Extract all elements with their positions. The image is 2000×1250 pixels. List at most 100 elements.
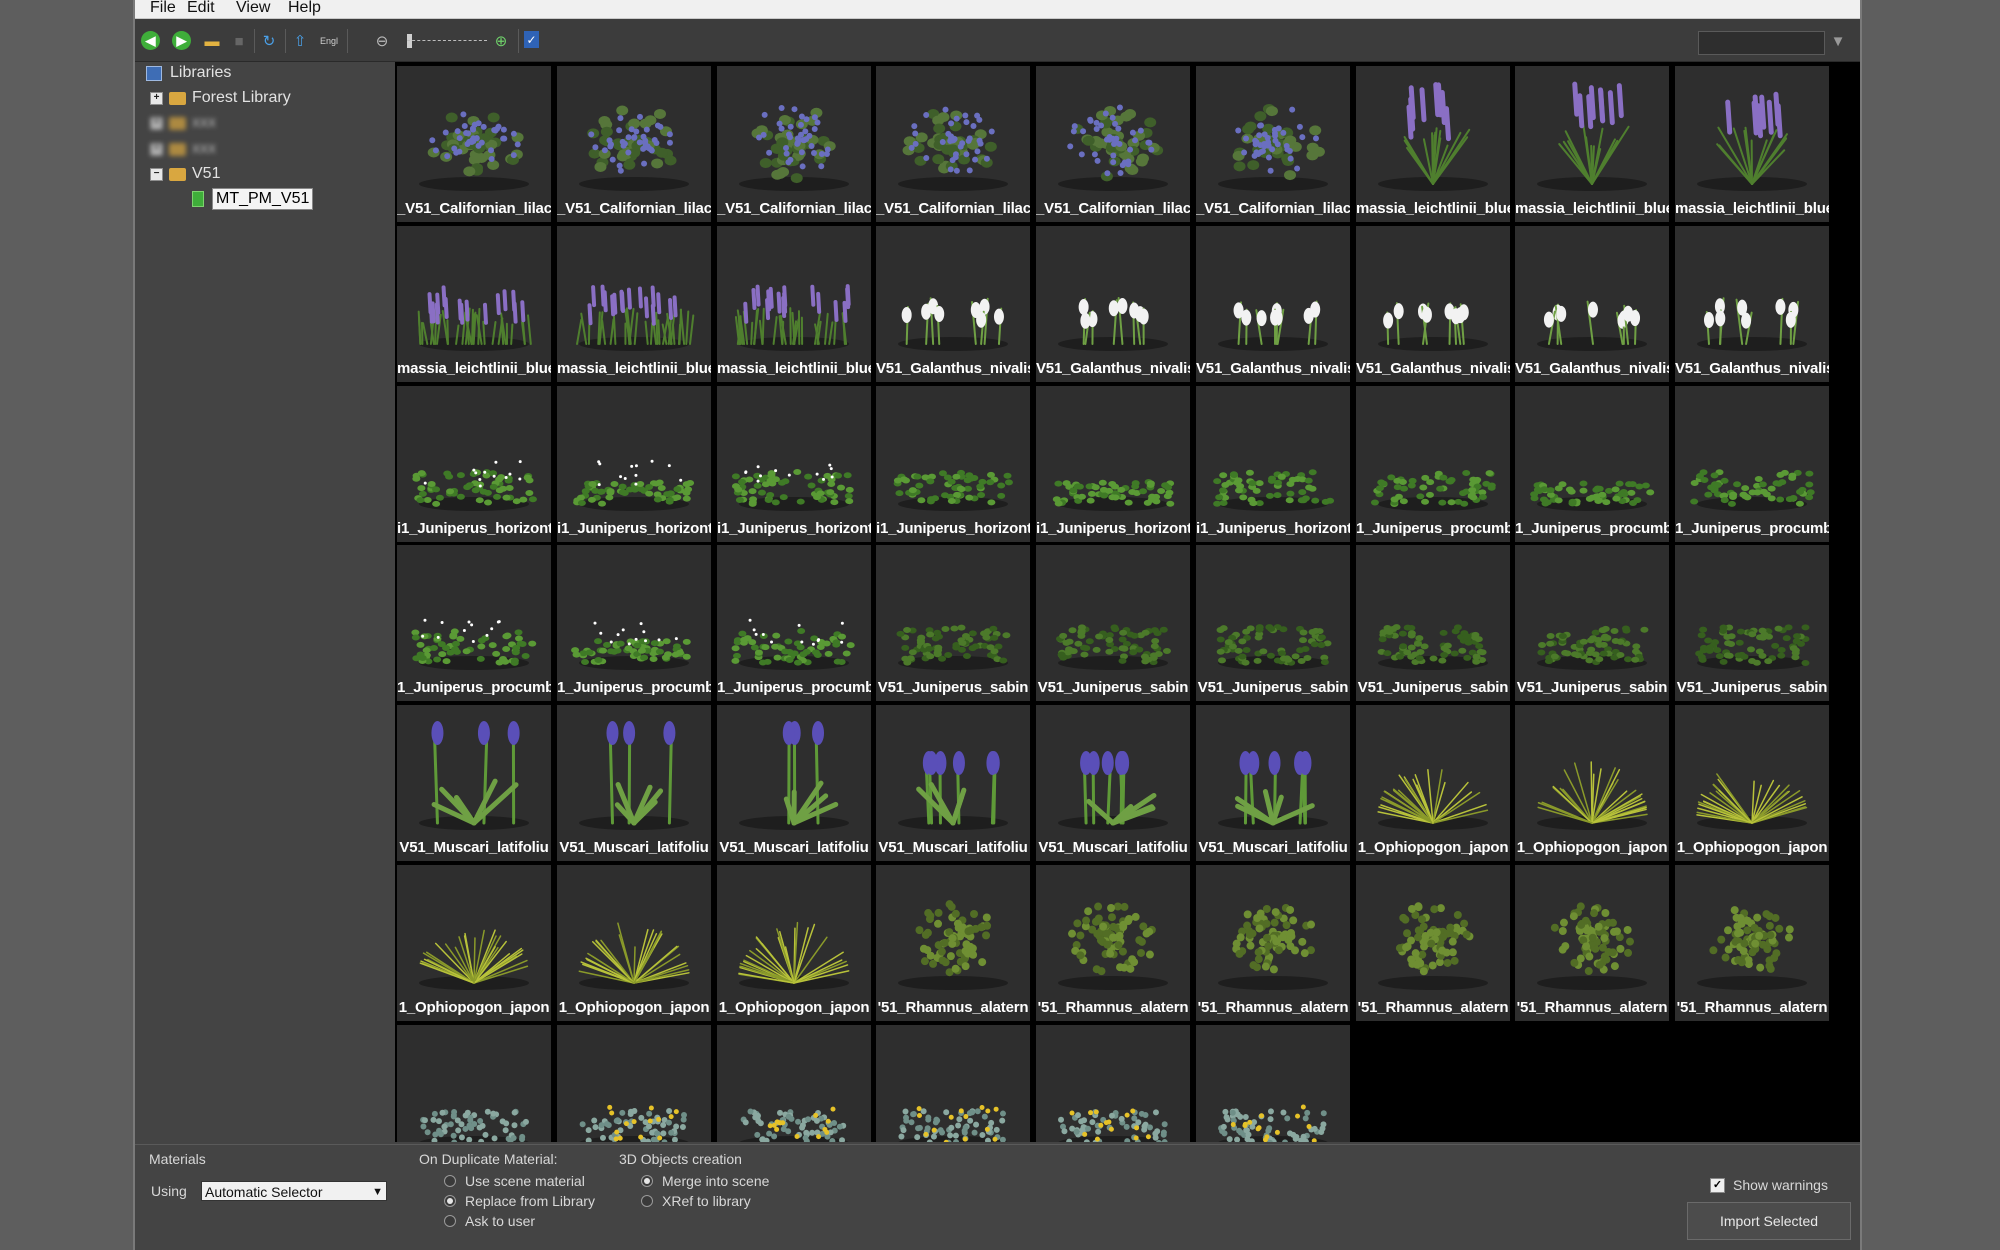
asset-thumbnail[interactable]: V51_Galanthus_nivalis bbox=[1036, 226, 1190, 382]
menu-file[interactable]: File bbox=[150, 0, 176, 17]
plant-preview-image bbox=[1378, 302, 1488, 351]
tree-root[interactable]: Libraries bbox=[146, 62, 231, 84]
asset-thumbnail[interactable]: 1_Ophiopogon_japon bbox=[397, 865, 551, 1021]
collapse-icon[interactable]: − bbox=[150, 167, 163, 181]
radio-replace-from-library[interactable]: Replace from Library bbox=[444, 1193, 595, 1209]
tree-hidden-item[interactable]: + ххх bbox=[150, 138, 216, 160]
radio-merge-into-scene[interactable]: Merge into scene bbox=[641, 1173, 769, 1189]
asset-thumbnail[interactable]: V51_Muscari_latifoliu bbox=[397, 705, 551, 861]
asset-thumbnail[interactable]: V51_Muscari_latifoliu bbox=[717, 705, 871, 861]
asset-thumbnail[interactable]: V51_Galanthus_nivalis bbox=[1356, 226, 1510, 382]
asset-thumbnail[interactable]: 1_Ophiopogon_japon bbox=[557, 865, 711, 1021]
asset-thumbnail[interactable] bbox=[717, 1025, 871, 1142]
asset-label: massia_leichtlinii_blue bbox=[1356, 200, 1510, 217]
asset-thumbnail[interactable]: _V51_Californian_lilac bbox=[1036, 66, 1190, 222]
open-folder-icon[interactable]: ▬ bbox=[202, 31, 222, 51]
asset-thumbnail[interactable]: 1_Ophiopogon_japon bbox=[1675, 705, 1829, 861]
asset-thumbnail[interactable] bbox=[876, 1025, 1030, 1142]
asset-thumbnail[interactable] bbox=[1196, 1025, 1350, 1142]
zoom-out-icon[interactable]: ⊖ bbox=[372, 31, 392, 51]
asset-thumbnail[interactable]: V51_Muscari_latifoliu bbox=[1036, 705, 1190, 861]
asset-thumbnail[interactable]: V51_Galanthus_nivalis bbox=[1675, 226, 1829, 382]
asset-thumbnail[interactable]: massia_leichtlinii_blue bbox=[397, 226, 551, 382]
thumbnail-size-slider[interactable] bbox=[407, 40, 487, 45]
asset-thumbnail[interactable]: V51_Juniperus_sabin bbox=[1515, 545, 1669, 701]
asset-thumbnail[interactable]: massia_leichtlinii_blue bbox=[717, 226, 871, 382]
forward-arrow-icon[interactable]: ▶ bbox=[172, 31, 191, 50]
menu-view[interactable]: View bbox=[236, 0, 270, 17]
asset-thumbnail[interactable]: V51_Muscari_latifoliu bbox=[1196, 705, 1350, 861]
menu-edit[interactable]: Edit bbox=[187, 0, 215, 17]
sort-up-icon[interactable]: ⇧ bbox=[290, 31, 310, 51]
asset-thumbnail[interactable]: '51_Rhamnus_alatern bbox=[1036, 865, 1190, 1021]
expand-icon[interactable]: + bbox=[150, 116, 163, 130]
asset-thumbnail[interactable]: 1_Juniperus_procumb bbox=[1356, 386, 1510, 542]
asset-thumbnail[interactable]: _V51_Californian_lilac bbox=[717, 66, 871, 222]
asset-thumbnail[interactable]: '51_Rhamnus_alatern bbox=[1515, 865, 1669, 1021]
asset-thumbnail[interactable]: 1_Juniperus_procumb bbox=[557, 545, 711, 701]
show-warnings-checkbox[interactable]: ✓ Show warnings bbox=[1710, 1177, 1828, 1193]
asset-thumbnail[interactable]: '51_Rhamnus_alatern bbox=[876, 865, 1030, 1021]
asset-thumbnail[interactable]: 1_Ophiopogon_japon bbox=[1356, 705, 1510, 861]
tree-v51[interactable]: − V51 bbox=[150, 163, 220, 185]
plant-preview-image bbox=[1537, 902, 1647, 990]
asset-thumbnail[interactable]: _V51_Californian_lilac bbox=[557, 66, 711, 222]
asset-thumbnail[interactable] bbox=[397, 1025, 551, 1142]
expand-icon[interactable]: + bbox=[150, 91, 163, 105]
asset-thumbnail[interactable]: '51_Rhamnus_alatern bbox=[1356, 865, 1510, 1021]
back-arrow-icon[interactable]: ◀ bbox=[141, 31, 160, 50]
asset-thumbnail[interactable]: 1_Juniperus_procumb bbox=[397, 545, 551, 701]
radio-ask-to-user[interactable]: Ask to user bbox=[444, 1213, 535, 1229]
asset-thumbnail[interactable]: i1_Juniperus_horizont bbox=[1196, 386, 1350, 542]
search-input[interactable] bbox=[1698, 31, 1825, 55]
expand-icon[interactable]: + bbox=[150, 142, 163, 156]
asset-thumbnail[interactable]: i1_Juniperus_horizont bbox=[876, 386, 1030, 542]
asset-thumbnail[interactable]: V51_Galanthus_nivalis bbox=[1515, 226, 1669, 382]
asset-thumbnail[interactable]: 1_Juniperus_procumb bbox=[717, 545, 871, 701]
asset-thumbnail[interactable]: i1_Juniperus_horizont bbox=[1036, 386, 1190, 542]
tree-selected-item[interactable]: MT_PM_V51 bbox=[192, 188, 314, 210]
asset-label: V51_Muscari_latifoliu bbox=[1038, 839, 1188, 856]
asset-thumbnail[interactable]: V51_Juniperus_sabin bbox=[1675, 545, 1829, 701]
asset-thumbnail[interactable]: 1_Juniperus_procumb bbox=[1515, 386, 1669, 542]
asset-thumbnail[interactable]: V51_Galanthus_nivalis bbox=[876, 226, 1030, 382]
asset-thumbnail[interactable]: _V51_Californian_lilac bbox=[397, 66, 551, 222]
asset-thumbnail[interactable]: '51_Rhamnus_alatern bbox=[1675, 865, 1829, 1021]
asset-thumbnail[interactable]: massia_leichtlinii_blue bbox=[1675, 66, 1829, 222]
asset-thumbnail[interactable]: _V51_Californian_lilac bbox=[1196, 66, 1350, 222]
zoom-in-icon[interactable]: ⊕ bbox=[491, 31, 511, 51]
asset-thumbnail[interactable]: i1_Juniperus_horizont bbox=[557, 386, 711, 542]
asset-thumbnail[interactable]: V51_Juniperus_sabin bbox=[876, 545, 1030, 701]
asset-thumbnail[interactable]: massia_leichtlinii_blue bbox=[557, 226, 711, 382]
checklist-icon[interactable]: ✓ bbox=[524, 31, 539, 48]
asset-thumbnail[interactable]: 1_Juniperus_procumb bbox=[1675, 386, 1829, 542]
asset-thumbnail[interactable]: V51_Muscari_latifoliu bbox=[876, 705, 1030, 861]
asset-thumbnail[interactable]: V51_Juniperus_sabin bbox=[1356, 545, 1510, 701]
asset-thumbnail[interactable]: V51_Galanthus_nivalis bbox=[1196, 226, 1350, 382]
asset-thumbnail[interactable]: 1_Ophiopogon_japon bbox=[717, 865, 871, 1021]
tree-selected-label: MT_PM_V51 bbox=[212, 188, 314, 210]
tree-hidden-item[interactable]: + ххх bbox=[150, 112, 216, 134]
asset-thumbnail[interactable]: V51_Muscari_latifoliu bbox=[557, 705, 711, 861]
asset-thumbnail[interactable] bbox=[1036, 1025, 1190, 1142]
asset-thumbnail[interactable]: '51_Rhamnus_alatern bbox=[1196, 865, 1350, 1021]
english-language-icon[interactable]: Engl bbox=[315, 31, 343, 51]
asset-thumbnail[interactable]: massia_leichtlinii_blue bbox=[1356, 66, 1510, 222]
material-selector-dropdown[interactable]: Automatic Selector ▼ bbox=[201, 1181, 387, 1201]
asset-thumbnail[interactable]: V51_Juniperus_sabin bbox=[1196, 545, 1350, 701]
asset-thumbnail[interactable]: massia_leichtlinii_blue bbox=[1515, 66, 1669, 222]
asset-thumbnail[interactable]: _V51_Californian_lilac bbox=[876, 66, 1030, 222]
tree-forest-library[interactable]: + Forest Library bbox=[150, 87, 291, 109]
menu-help[interactable]: Help bbox=[288, 0, 321, 17]
asset-thumbnail[interactable] bbox=[557, 1025, 711, 1142]
asset-thumbnail[interactable]: i1_Juniperus_horizont bbox=[717, 386, 871, 542]
refresh-icon[interactable]: ↻ bbox=[259, 31, 279, 51]
save-disk-icon[interactable]: ■ bbox=[229, 31, 249, 51]
radio-xref-to-library[interactable]: XRef to library bbox=[641, 1193, 751, 1209]
radio-use-scene-material[interactable]: Use scene material bbox=[444, 1173, 585, 1189]
asset-thumbnail[interactable]: 1_Ophiopogon_japon bbox=[1515, 705, 1669, 861]
filter-icon[interactable]: ▼ bbox=[1828, 31, 1848, 51]
import-selected-button[interactable]: Import Selected bbox=[1687, 1202, 1851, 1240]
asset-thumbnail[interactable]: V51_Juniperus_sabin bbox=[1036, 545, 1190, 701]
asset-thumbnail[interactable]: i1_Juniperus_horizont bbox=[397, 386, 551, 542]
